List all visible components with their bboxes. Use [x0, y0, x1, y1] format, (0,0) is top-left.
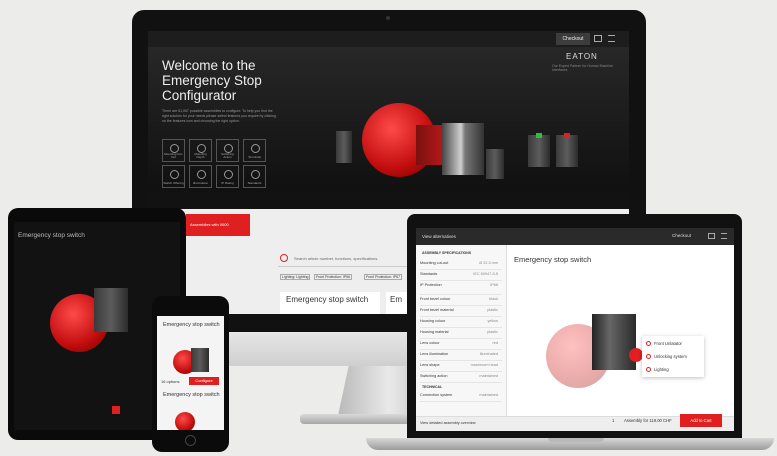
- home-button[interactable]: [185, 435, 196, 446]
- button-collar: [416, 125, 444, 165]
- red-contact: [564, 133, 570, 138]
- product-card-title[interactable]: Emergency stop switch: [280, 292, 380, 314]
- checkout-button[interactable]: Checkout: [672, 233, 691, 238]
- search-bar[interactable]: Search article number, functions, specif…: [278, 252, 418, 267]
- detailed-overview-link[interactable]: View detailed assembly overview: [420, 421, 476, 425]
- configure-button[interactable]: Configure: [189, 377, 219, 385]
- laptop-notch: [548, 438, 604, 442]
- sun-icon: [197, 170, 206, 179]
- feature-ip-rating[interactable]: IP Rating: [216, 165, 239, 188]
- module-green: [528, 135, 550, 167]
- page-title: Welcome to the Emergency Stop Configurat…: [162, 58, 302, 103]
- feature-switch-offering[interactable]: Switch Offering: [162, 165, 185, 188]
- contact-block-image: [94, 288, 128, 332]
- module-red: [556, 135, 578, 167]
- cart-icon[interactable]: [708, 233, 715, 239]
- title-line: Emergency Stop: [162, 73, 262, 88]
- product-heading: Emergency stop switch: [514, 255, 592, 264]
- filter-chip[interactable]: Front Protection: IP67: [364, 274, 403, 280]
- title-line: Configurator: [162, 88, 237, 103]
- feature-illumination[interactable]: Illumination: [189, 165, 212, 188]
- contact-block-image: [191, 348, 209, 372]
- popup-item[interactable]: Front Unlatator: [654, 341, 682, 346]
- link-icon: [646, 367, 651, 372]
- intro-text: There are 61,067 possible assemblies to …: [162, 109, 276, 123]
- section-heading: TECHNICAL: [422, 385, 443, 389]
- link-icon: [646, 341, 651, 346]
- feature-switching-action[interactable]: Switching Action: [216, 139, 239, 162]
- filter-chip[interactable]: Lighting: Lighting: [280, 274, 311, 280]
- phone-title: Emergency stop switch: [163, 392, 220, 398]
- phone-screen: Emergency stop switch 16 options Configu…: [157, 316, 224, 430]
- menu-icon[interactable]: [721, 233, 727, 239]
- assembly-price: Assembly for 119.00 CHF: [624, 418, 672, 423]
- laptop-screen: View alternatives ASSEMBLY SPECIFICATION…: [416, 228, 734, 431]
- feature-mounting-cutout[interactable]: Mounting Cut-Out: [162, 139, 185, 162]
- feature-mounting-depth[interactable]: Mounting Depth: [189, 139, 212, 162]
- cart-icon[interactable]: [594, 35, 602, 42]
- search-placeholder: Search article number, functions, specif…: [294, 256, 378, 261]
- spec-row[interactable]: Connection system maintained: [420, 390, 502, 402]
- title-line: Welcome to the: [162, 58, 256, 73]
- add-to-cart-button[interactable]: Add to Cart: [680, 414, 722, 427]
- contact-block-image: [592, 314, 636, 370]
- camera-dot: [386, 16, 390, 20]
- filter-chip[interactable]: Front Protection: IP66: [314, 274, 353, 280]
- view-alternatives-button[interactable]: View alternatives: [416, 228, 506, 245]
- link-icon: [646, 354, 651, 359]
- feature-standards[interactable]: Standards: [243, 165, 266, 188]
- feature-terminals[interactable]: Terminals: [243, 139, 266, 162]
- brand-tagline: Our Expert Partner for Human Machine Int…: [552, 64, 613, 72]
- laptop-top-bar: [506, 228, 734, 245]
- search-icon: [280, 254, 288, 262]
- checkout-button[interactable]: Checkout: [556, 33, 590, 45]
- contact-block-image: [442, 123, 484, 175]
- side-module: [336, 131, 352, 163]
- options-count: 16 options: [161, 379, 180, 384]
- doc-icon: [251, 170, 260, 179]
- brand-logo: EATON: [566, 52, 598, 61]
- component-popup: Front Unlatator Unlocking system Lightin…: [642, 336, 704, 377]
- phone-title: Emergency stop switch: [163, 322, 220, 328]
- filter-chips: Lighting: Lighting Front Protection: IP6…: [280, 274, 420, 282]
- quantity-value[interactable]: 1: [612, 418, 614, 423]
- drop-icon: [224, 170, 233, 179]
- section-heading: ASSEMBLY SPECIFICATIONS: [422, 251, 472, 255]
- spec-row[interactable]: IP Protection IP66: [420, 280, 502, 295]
- tablet-title: Emergency stop switch: [18, 232, 85, 239]
- assemblies-banner[interactable]: Assemblies with 0000: [186, 214, 250, 236]
- popup-item[interactable]: Unlocking system: [654, 354, 687, 359]
- spec-row[interactable]: Switching action maintained: [420, 371, 502, 383]
- menu-icon[interactable]: [608, 35, 615, 42]
- module-small: [486, 149, 504, 179]
- popup-item[interactable]: Lighting: [654, 367, 669, 372]
- bolt-icon: [170, 170, 179, 179]
- emergency-button-image: [175, 412, 195, 430]
- pin-icon: [251, 144, 260, 153]
- green-contact: [536, 133, 542, 138]
- hotspot-button[interactable]: [629, 348, 643, 362]
- config-button[interactable]: [112, 406, 120, 414]
